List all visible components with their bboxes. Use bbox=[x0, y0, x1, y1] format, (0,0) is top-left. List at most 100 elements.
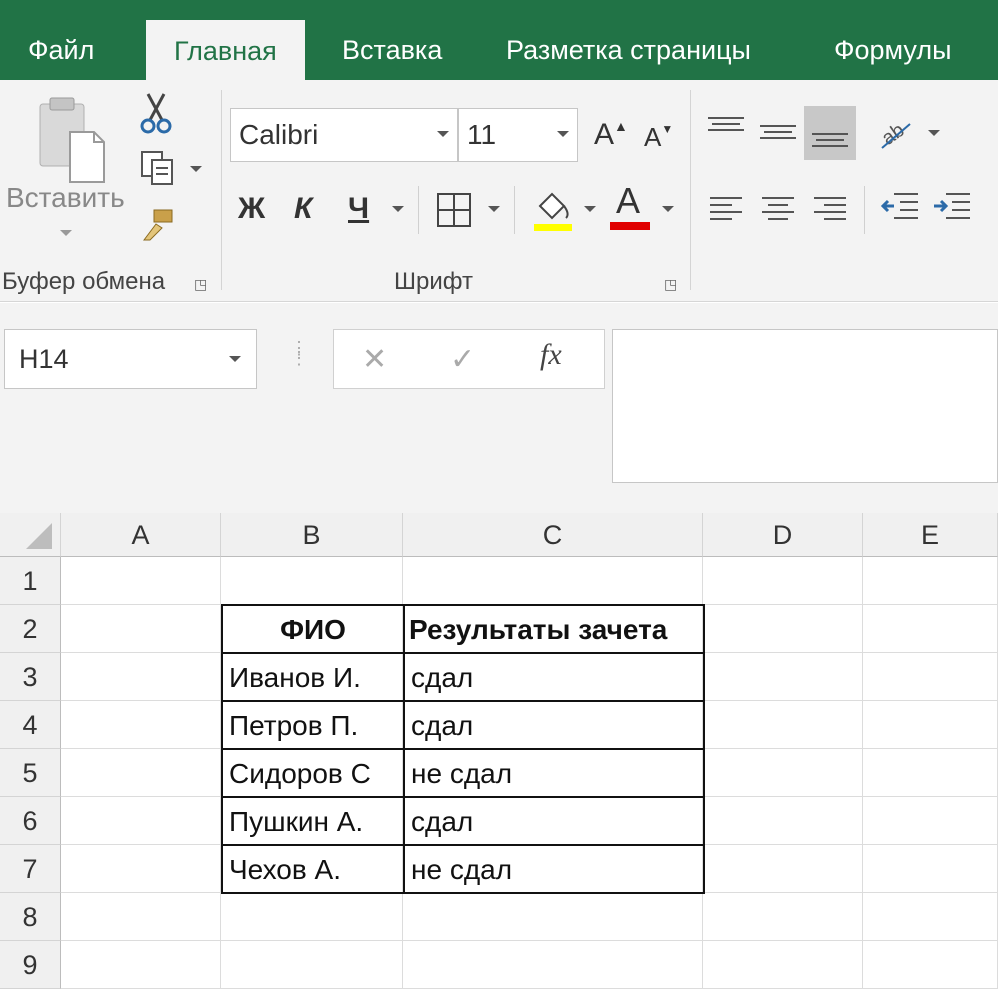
grid-cell[interactable] bbox=[221, 941, 403, 989]
borders-dropdown-icon[interactable] bbox=[488, 206, 500, 212]
column-header-e[interactable]: E bbox=[863, 513, 998, 557]
grid-cell[interactable] bbox=[61, 893, 221, 941]
table-cell-name[interactable]: Сидоров С bbox=[221, 748, 405, 798]
column-header-a[interactable]: A bbox=[61, 513, 221, 557]
grid-cell[interactable] bbox=[61, 701, 221, 749]
paste-icon[interactable] bbox=[34, 94, 110, 194]
orientation-dropdown-icon[interactable] bbox=[928, 130, 940, 136]
tab-file[interactable]: Файл bbox=[28, 0, 94, 80]
font-size-dropdown[interactable]: 11 bbox=[458, 108, 578, 162]
clipboard-launcher-icon[interactable]: ◳ bbox=[194, 276, 207, 293]
grid-cell[interactable] bbox=[863, 941, 998, 989]
select-all-button[interactable] bbox=[0, 513, 61, 557]
grid-cell[interactable] bbox=[703, 941, 863, 989]
grid-cell[interactable] bbox=[703, 749, 863, 797]
row-header[interactable]: 2 bbox=[0, 605, 61, 653]
font-color-icon[interactable]: A bbox=[608, 180, 652, 230]
grid-cell[interactable] bbox=[703, 797, 863, 845]
row-header[interactable]: 1 bbox=[0, 557, 61, 605]
underline-dropdown-icon[interactable] bbox=[392, 206, 404, 212]
drag-handle-icon[interactable]: ⋮ ⋮ bbox=[290, 339, 308, 367]
grid-cell[interactable] bbox=[61, 749, 221, 797]
shrink-font-button[interactable]: A▼ bbox=[644, 122, 673, 153]
bold-button[interactable]: Ж bbox=[238, 192, 265, 226]
row-header[interactable]: 8 bbox=[0, 893, 61, 941]
italic-button[interactable]: К bbox=[294, 192, 312, 226]
format-painter-icon[interactable] bbox=[140, 206, 176, 242]
grid-cell[interactable] bbox=[863, 845, 998, 893]
grid-cell[interactable] bbox=[703, 605, 863, 653]
grid-cell[interactable] bbox=[703, 701, 863, 749]
table-cell-result[interactable]: сдал bbox=[403, 796, 705, 846]
grid-cell[interactable] bbox=[403, 893, 703, 941]
grid-cell[interactable] bbox=[61, 557, 221, 605]
formula-input[interactable] bbox=[612, 329, 998, 483]
name-box[interactable]: H14 bbox=[4, 329, 257, 389]
grid-cell[interactable] bbox=[863, 797, 998, 845]
grid-cell[interactable] bbox=[61, 941, 221, 989]
copy-dropdown-icon[interactable] bbox=[190, 166, 202, 172]
column-header-c[interactable]: C bbox=[403, 513, 703, 557]
grid-cell[interactable] bbox=[863, 605, 998, 653]
cut-icon[interactable] bbox=[138, 92, 174, 134]
grid-cell[interactable] bbox=[703, 653, 863, 701]
tab-formulas[interactable]: Формулы bbox=[834, 0, 952, 80]
row-header[interactable]: 3 bbox=[0, 653, 61, 701]
table-header-fio[interactable]: ФИО bbox=[221, 604, 405, 654]
font-name-dropdown[interactable]: Calibri bbox=[230, 108, 458, 162]
tab-insert[interactable]: Вставка bbox=[342, 0, 442, 80]
row-header[interactable]: 5 bbox=[0, 749, 61, 797]
underline-button[interactable]: Ч bbox=[348, 192, 369, 226]
table-cell-result[interactable]: сдал bbox=[403, 652, 705, 702]
column-header-b[interactable]: B bbox=[221, 513, 403, 557]
decrease-indent-icon[interactable] bbox=[880, 190, 920, 226]
insert-function-button[interactable]: fx bbox=[540, 338, 562, 372]
borders-icon[interactable] bbox=[436, 192, 472, 228]
tab-page-layout[interactable]: Разметка страницы bbox=[506, 0, 751, 80]
table-cell-name[interactable]: Петров П. bbox=[221, 700, 405, 750]
grid-cell[interactable] bbox=[863, 701, 998, 749]
align-left-icon[interactable] bbox=[708, 194, 744, 224]
grid-cell[interactable] bbox=[61, 845, 221, 893]
grid-cell[interactable] bbox=[61, 797, 221, 845]
grid-cell[interactable] bbox=[403, 557, 703, 605]
table-header-results[interactable]: Результаты зачета bbox=[403, 604, 705, 654]
grid-cell[interactable] bbox=[863, 749, 998, 797]
paste-button[interactable]: Вставить bbox=[6, 182, 125, 214]
align-right-icon[interactable] bbox=[812, 194, 848, 224]
table-cell-result[interactable]: не сдал bbox=[403, 844, 705, 894]
fill-color-icon[interactable] bbox=[532, 186, 574, 232]
grid-cell[interactable] bbox=[863, 653, 998, 701]
grid-cell[interactable] bbox=[221, 893, 403, 941]
grid-cell[interactable] bbox=[863, 557, 998, 605]
grid-cell[interactable] bbox=[863, 893, 998, 941]
increase-indent-icon[interactable] bbox=[932, 190, 972, 226]
grid-cell[interactable] bbox=[703, 893, 863, 941]
align-middle-icon[interactable] bbox=[758, 114, 798, 154]
align-top-icon[interactable] bbox=[706, 114, 746, 144]
grid-cell[interactable] bbox=[221, 557, 403, 605]
table-cell-name[interactable]: Чехов А. bbox=[221, 844, 405, 894]
align-center-icon[interactable] bbox=[760, 194, 796, 224]
copy-icon[interactable] bbox=[138, 148, 178, 188]
table-cell-result[interactable]: не сдал bbox=[403, 748, 705, 798]
grid-cell[interactable] bbox=[703, 845, 863, 893]
row-header[interactable]: 9 bbox=[0, 941, 61, 989]
table-cell-name[interactable]: Иванов И. bbox=[221, 652, 405, 702]
align-bottom-icon[interactable] bbox=[804, 106, 856, 160]
table-cell-name[interactable]: Пушкин А. bbox=[221, 796, 405, 846]
row-header[interactable]: 6 bbox=[0, 797, 61, 845]
tab-home[interactable]: Главная bbox=[146, 20, 305, 82]
cancel-icon[interactable]: ✕ bbox=[362, 342, 387, 377]
grid-cell[interactable] bbox=[403, 941, 703, 989]
grid-cell[interactable] bbox=[61, 605, 221, 653]
orientation-icon[interactable]: ab bbox=[876, 110, 920, 154]
grow-font-button[interactable]: A▲ bbox=[594, 118, 628, 152]
grid-cell[interactable] bbox=[703, 557, 863, 605]
column-header-d[interactable]: D bbox=[703, 513, 863, 557]
row-header[interactable]: 4 bbox=[0, 701, 61, 749]
fill-color-dropdown-icon[interactable] bbox=[584, 206, 596, 212]
font-launcher-icon[interactable]: ◳ bbox=[664, 276, 677, 293]
font-color-dropdown-icon[interactable] bbox=[662, 206, 674, 212]
table-cell-result[interactable]: сдал bbox=[403, 700, 705, 750]
